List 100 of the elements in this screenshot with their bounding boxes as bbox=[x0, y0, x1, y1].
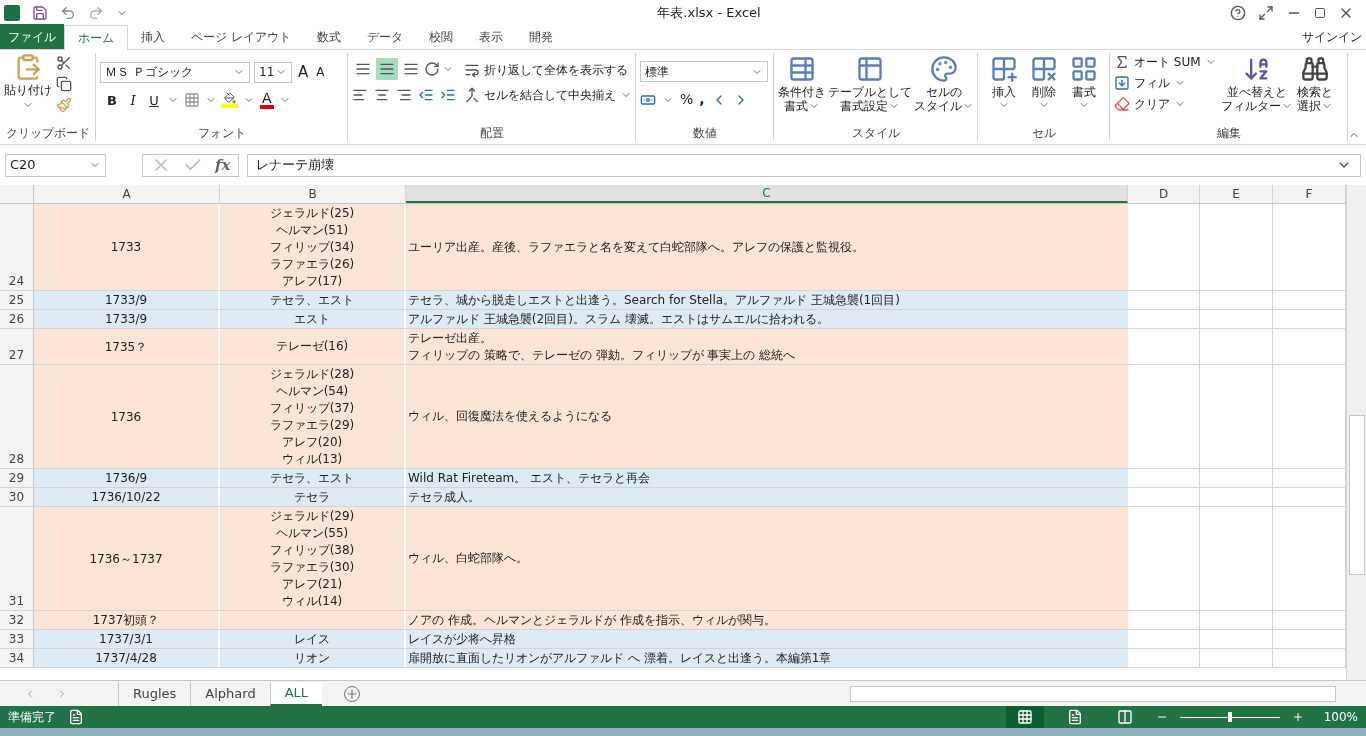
style-button[interactable]: テーブルとして 書式設定 bbox=[828, 53, 912, 113]
font-color-button[interactable]: A bbox=[260, 91, 274, 110]
sheet-tab[interactable]: ALL bbox=[269, 681, 323, 706]
paste-button[interactable]: 貼り付け bbox=[4, 53, 52, 113]
lines-icon bbox=[403, 61, 419, 77]
ribbon-tab[interactable]: データ bbox=[353, 24, 416, 49]
copy-icon[interactable] bbox=[56, 76, 72, 92]
comma-button[interactable]: , bbox=[699, 89, 705, 110]
align-center-icon[interactable] bbox=[374, 87, 390, 103]
table-cell: 1735？ bbox=[34, 329, 220, 364]
style-button[interactable]: 条件付き 書式 bbox=[778, 53, 826, 113]
italic-button[interactable]: I bbox=[125, 90, 141, 110]
vertical-scrollbar[interactable] bbox=[1346, 185, 1366, 680]
find-select-button[interactable]: 検索と 選択 bbox=[1296, 53, 1333, 113]
insert-function-button[interactable]: fx bbox=[215, 153, 231, 177]
grow-font-button[interactable]: A bbox=[296, 61, 311, 84]
file-tab[interactable]: ファイル bbox=[0, 24, 64, 49]
table-cell: 扉開放に直面したリオンがアルファルド へ 漂着。レイスと出逢う。本編第1章 bbox=[406, 649, 1128, 667]
column-header[interactable]: C bbox=[406, 185, 1128, 203]
ribbon-tab[interactable]: 表示 bbox=[465, 24, 516, 49]
sigma-icon bbox=[1114, 54, 1130, 70]
save-icon[interactable] bbox=[32, 4, 48, 21]
column-header[interactable]: A bbox=[34, 185, 220, 203]
cells-button[interactable]: 削除 bbox=[1030, 53, 1058, 111]
table-cell: 1733 bbox=[34, 204, 220, 290]
sort-filter-button[interactable]: 並べ替えと フィルター bbox=[1220, 53, 1293, 113]
column-header[interactable]: D bbox=[1128, 185, 1200, 203]
font-size-field[interactable]: 11 bbox=[254, 61, 292, 83]
table-cell: 1733/9 bbox=[34, 310, 220, 328]
lines-icon bbox=[379, 61, 395, 77]
lines-icon bbox=[355, 61, 371, 77]
align-right-icon[interactable] bbox=[396, 87, 412, 103]
ribbon-tab[interactable]: 挿入 bbox=[128, 24, 178, 49]
formula-field[interactable]: レナーテ崩壊 bbox=[247, 153, 1361, 177]
palette-icon bbox=[930, 55, 958, 83]
name-box[interactable]: C20 bbox=[5, 153, 106, 177]
row-number[interactable]: 31 bbox=[8, 592, 25, 610]
ribbon-tab[interactable]: 校閲 bbox=[415, 24, 466, 49]
ribbon-tab[interactable]: ページ レイアウト bbox=[178, 24, 304, 49]
decrease-indent-icon[interactable] bbox=[418, 87, 434, 103]
conditional-format-icon bbox=[788, 55, 816, 83]
wrap-icon bbox=[464, 62, 480, 78]
table-cell: 1736～1737 bbox=[34, 507, 220, 610]
wrap-text-button[interactable]: 折り返して全体を表示する bbox=[464, 61, 632, 79]
underline-button[interactable]: U bbox=[146, 90, 162, 110]
ribbon-display-icon[interactable] bbox=[1258, 4, 1274, 21]
bold-button[interactable]: B bbox=[104, 90, 120, 110]
row-number[interactable]: 24 bbox=[8, 272, 25, 290]
macro-record-icon[interactable] bbox=[68, 709, 84, 725]
cells-button[interactable]: 挿入 bbox=[990, 53, 1018, 111]
zoom-slider[interactable] bbox=[1179, 711, 1280, 723]
sheet-tab[interactable]: Rugles bbox=[118, 681, 191, 706]
zoom-thumb[interactable] bbox=[1227, 712, 1232, 722]
autosum-button[interactable]: オート SUM bbox=[1114, 53, 1217, 71]
ribbon-tab[interactable]: ホーム bbox=[64, 25, 128, 50]
fill-down-icon bbox=[1114, 75, 1130, 91]
sheet-tab[interactable]: Alphard bbox=[190, 681, 270, 706]
cut-icon[interactable] bbox=[56, 55, 72, 71]
excel-logo-icon[interactable] bbox=[4, 4, 20, 21]
zoom-level[interactable]: 100% bbox=[1323, 708, 1358, 726]
orientation-icon[interactable] bbox=[424, 61, 440, 77]
column-header[interactable]: B bbox=[220, 185, 406, 203]
row-number[interactable]: 28 bbox=[8, 450, 25, 468]
undo-icon[interactable] bbox=[60, 4, 76, 21]
column-header[interactable]: E bbox=[1200, 185, 1273, 203]
help-icon[interactable] bbox=[1230, 4, 1246, 21]
table-cell: ウィル、回復魔法を使えるようになる bbox=[406, 365, 1128, 468]
zoom-in-icon[interactable] bbox=[1291, 711, 1304, 723]
percent-button[interactable]: % bbox=[680, 89, 694, 110]
view-button[interactable] bbox=[1005, 706, 1044, 728]
table-cell: リオン bbox=[220, 649, 406, 667]
number-format-field[interactable]: 標準 bbox=[640, 61, 768, 82]
vertical-align-button[interactable] bbox=[376, 58, 398, 80]
align-left-icon[interactable] bbox=[352, 87, 368, 103]
font-name-field[interactable]: ＭＳ Ｐゴシック bbox=[100, 61, 250, 83]
fill-button[interactable]: フィル bbox=[1114, 74, 1217, 92]
merge-center-button[interactable]: セルを結合して中央揃え bbox=[464, 86, 632, 104]
ribbon-tab[interactable]: 数式 bbox=[303, 24, 354, 49]
column-header[interactable]: F bbox=[1273, 185, 1346, 203]
table-cell: レイス bbox=[220, 630, 406, 648]
cells-button[interactable]: 書式 bbox=[1070, 53, 1098, 111]
table-cell: 1736 bbox=[34, 365, 220, 468]
style-button[interactable]: セルの スタイル bbox=[914, 53, 974, 113]
horizontal-scrollbar[interactable] bbox=[850, 685, 1336, 702]
clear-button[interactable]: クリア bbox=[1114, 95, 1217, 113]
restore-icon[interactable] bbox=[1314, 6, 1326, 19]
ribbon-tab[interactable]: 開発 bbox=[515, 24, 566, 49]
table-cell: テセラ成人。 bbox=[406, 488, 1128, 506]
eraser-icon bbox=[1114, 96, 1130, 112]
table-cell: テセラ、城から脱走しエストと出逢う。Search for Stella。アルファルド 王城急襲(1回目) bbox=[406, 291, 1128, 309]
table-cell: ジェラルド(29) ヘルマン(55) フィリップ(38) ラファエラ(30) アレフ(21) ウィル(14) bbox=[220, 507, 406, 610]
table-cell: Wild Rat Fireteam。 エスト、テセラと再会 bbox=[406, 469, 1128, 487]
increase-indent-icon[interactable] bbox=[440, 87, 456, 103]
sign-in-link[interactable]: サインイン bbox=[1302, 28, 1362, 46]
border-icon[interactable] bbox=[184, 92, 200, 109]
shrink-font-button[interactable]: A bbox=[314, 63, 327, 82]
fill-color-icon[interactable] bbox=[222, 92, 238, 109]
table-cell: レイスが少将へ昇格 bbox=[406, 630, 1128, 648]
merge-icon bbox=[464, 87, 480, 103]
delete-cells-icon bbox=[1030, 55, 1058, 83]
